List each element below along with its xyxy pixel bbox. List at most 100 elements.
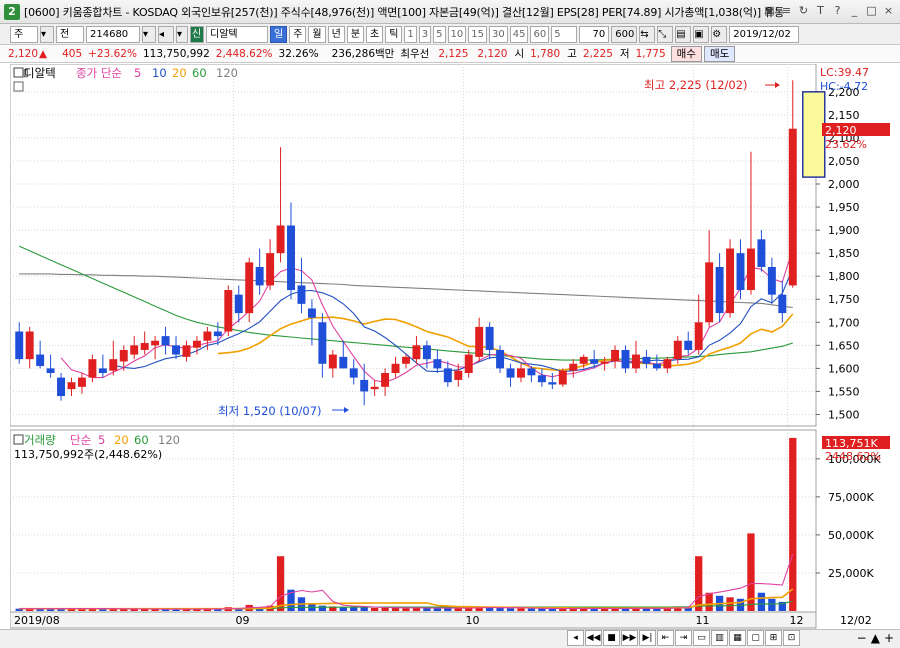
open-label: 시 [514,48,525,60]
stock-code-input[interactable]: 214680 [86,25,140,43]
volume-collapse-icon[interactable] [13,434,24,445]
window-icon[interactable]: ▢ [747,630,764,646]
candle-body [694,322,703,350]
refresh-icon[interactable]: ↻ [796,4,811,19]
period-second[interactable]: 초 [366,25,384,43]
candle-body [255,266,264,286]
zoom-icon[interactable]: ⤡ [657,25,674,43]
candle-body [77,377,86,387]
price-tick-label: 1,850 [828,247,860,260]
price-tick-label: 1,950 [828,201,860,214]
volume-bar [653,608,661,611]
minute-5[interactable]: 5 [433,25,446,43]
period-minute[interactable]: 분 [346,25,365,43]
close-button[interactable]: × [881,4,896,19]
compare-icon[interactable]: ⇆ [639,25,656,43]
chart-area[interactable]: 2,200 2,150 2,100 2,050 2,000 1,950 1,900 1,850… [9,63,898,629]
window-buttons: ▣ ≡ ↻ T ? _ □ × [762,4,896,19]
total-count: 600 [611,25,638,43]
date-input[interactable]: 2019/12/02 [729,25,800,43]
sound-icon[interactable]: ◂ [158,25,174,43]
export-icon[interactable]: ⊡ [783,630,800,646]
period-month[interactable]: 월 [308,25,326,43]
price-tick-label: 1,550 [828,385,860,398]
last-volume-pct: 2448.62% [825,450,881,463]
price-tick-label: 1,700 [828,316,860,329]
chevron-down-icon[interactable]: ▾ [40,25,54,43]
pin-icon[interactable]: ⊞ [765,630,782,646]
range-icon[interactable]: ⇤ [657,630,674,646]
dropdown-icon[interactable]: ▾ [176,25,188,43]
candle-body [328,354,337,369]
candle-body [339,356,348,369]
bottom-nav-bar: ◂ ◀◀ ■ ▶▶ ▶| ⇤ ⇥ ▭ ▥ ▦ ▢ ⊞ ⊡ − ▲ + [0,629,900,648]
scroll-left-icon[interactable]: ◂ [567,630,584,646]
collapse-icon[interactable] [13,67,24,78]
volume-bar [496,607,504,611]
volume-legend-prefix: 단순 [70,433,91,447]
minute-10[interactable]: 10 [447,25,467,43]
layout-icon-2[interactable]: ▦ [729,630,746,646]
minimize-button[interactable]: _ [847,4,862,19]
vlegend-ma60: 60 [134,433,149,447]
stock-chart[interactable]: 2,2002,1502,1002,0502,0001,9501,9001,850… [9,63,898,629]
candle-body [245,262,254,314]
period-tick[interactable]: 틱 [385,25,403,43]
period-year[interactable]: 년 [327,25,345,43]
layout-icon[interactable]: ▣ [762,4,777,19]
buy-button[interactable]: 매수 [670,45,702,62]
next-page-icon[interactable]: ▶▶ [621,630,638,646]
text-icon[interactable]: T [813,4,828,19]
settings-icon[interactable]: ⚙ [711,25,728,43]
compress-icon[interactable]: ⇥ [675,630,692,646]
new-badge: 신 [190,25,204,43]
stop-icon[interactable]: ■ [603,630,620,646]
volume-bar [768,598,776,611]
table-icon[interactable]: ▤ [675,25,692,43]
first-page-icon[interactable]: ◀◀ [585,630,602,646]
volume-bar [402,608,410,611]
candle-body [412,345,421,360]
save-icon[interactable]: ▣ [693,25,710,43]
vlegend-ma20: 20 [114,433,129,447]
zoom-in-icon[interactable]: + [884,631,894,645]
volume-bar [454,608,462,611]
price-panel [9,63,817,427]
minute-45[interactable]: 45 [509,25,529,43]
split-icon[interactable]: ▥ [711,630,728,646]
menu-icon[interactable]: ≡ [779,4,794,19]
period-week[interactable]: 주 [289,25,307,43]
open-price: 1,780 [530,47,561,60]
last-page-icon[interactable]: ▶| [639,630,656,646]
minute-60[interactable]: 60 [530,25,550,43]
candle-body [506,368,515,378]
view-icon[interactable]: ▭ [693,630,710,646]
candle-body [757,239,766,267]
search-icon[interactable]: ▾ [142,25,156,43]
volume-tick-label: 50,000K [828,529,874,542]
chart-toolbar: 주 ▾ 전 214680 ▾ ◂ ▾ 신 디알텍 일 주 월 년 분 초 틱 1… [0,24,900,45]
sell-button[interactable]: 매도 [703,45,736,62]
grid-toggle-icon[interactable] [13,81,24,92]
window-title: [0600] 키움종합차트 - KOSDAQ 외국인보유[257(천)] 주식수… [24,5,784,19]
minute-3[interactable]: 3 [418,25,432,43]
candle-body [746,248,755,291]
market-select[interactable]: 전 [56,25,84,43]
zoom-out-icon[interactable]: − [857,631,867,645]
help-icon[interactable]: ? [830,4,845,19]
minute-custom[interactable]: 5 [551,25,578,43]
trade-amount: 236,286백만 [331,48,395,60]
candle-body [475,326,484,357]
minute-15[interactable]: 15 [468,25,488,43]
zoom-fit-icon[interactable]: ▲ [871,631,880,645]
minute-1[interactable]: 1 [404,25,417,43]
count-input[interactable]: 70 [579,25,610,43]
type-select[interactable]: 주 [10,25,38,43]
volume-legend-name: 거래량 [24,433,56,447]
maximize-button[interactable]: □ [864,4,879,19]
volume-bar [350,607,358,611]
period-day[interactable]: 일 [270,25,288,43]
candle-body [736,253,745,291]
zoom-controls: − ▲ + [857,631,894,645]
minute-30[interactable]: 30 [489,25,508,43]
